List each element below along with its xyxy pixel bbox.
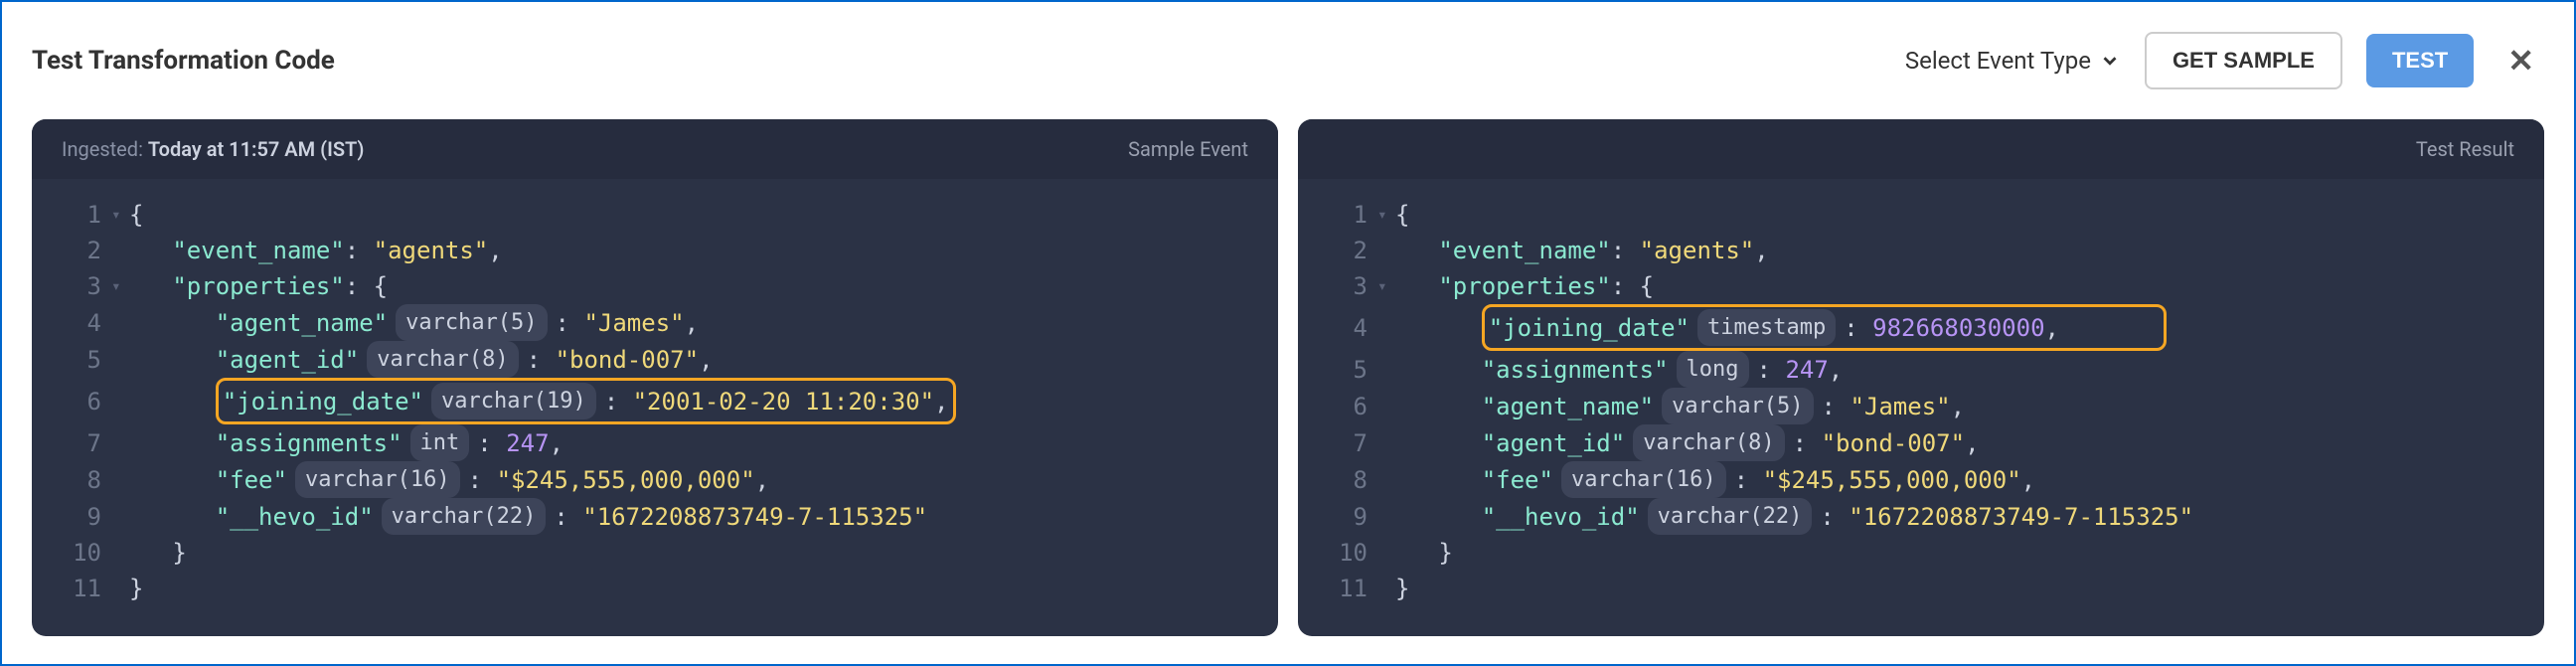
header-bar: Test Transformation Code Select Event Ty… <box>32 32 2544 89</box>
line-number: 3 <box>62 268 111 304</box>
line-number: 10 <box>62 535 111 571</box>
json-string: "agents" <box>374 233 489 268</box>
fold-icon[interactable]: ▾ <box>111 274 129 298</box>
json-number: 982668030000 <box>1872 310 2044 346</box>
json-string: "James" <box>583 305 684 341</box>
json-key: "__hevo_id" <box>216 499 374 535</box>
json-key: "fee" <box>1482 462 1553 498</box>
json-string: "$245,555,000,000" <box>497 462 755 498</box>
test-button[interactable]: TEST <box>2366 34 2474 87</box>
line-number: 5 <box>62 342 111 378</box>
fold-icon[interactable]: ▾ <box>1377 203 1395 227</box>
json-key: "agent_name" <box>1482 389 1654 424</box>
test-result-header: Test Result <box>1298 119 2544 179</box>
line-number: 7 <box>62 425 111 461</box>
highlighted-line: "joining_date"timestamp: 982668030000, <box>1482 304 2167 351</box>
line-number: 11 <box>62 571 111 606</box>
type-badge: varchar(5) <box>1662 388 1813 424</box>
json-key: "agent_name" <box>216 305 388 341</box>
line-number: 1 <box>62 197 111 233</box>
json-string: "James" <box>1850 389 1950 424</box>
test-result-panel: Test Result 1▾{ 2 "event_name": "agents"… <box>1298 119 2544 636</box>
sample-event-code: 1▾{ 2 "event_name": "agents", 3▾ "proper… <box>32 179 1278 636</box>
line-number: 6 <box>62 384 111 419</box>
ingested-info: Ingested: Today at 11:57 AM (IST) <box>62 137 364 161</box>
ingested-value: Today at 11:57 AM (IST) <box>148 137 364 161</box>
type-badge: varchar(16) <box>1561 461 1726 498</box>
type-badge: varchar(8) <box>367 341 518 378</box>
type-badge: varchar(16) <box>295 461 460 498</box>
brace: { <box>1395 197 1409 233</box>
json-key: "event_name" <box>1438 233 1610 268</box>
line-number: 6 <box>1328 389 1377 424</box>
json-number: 247 <box>506 425 549 461</box>
line-number: 3 <box>1328 268 1377 304</box>
line-number: 2 <box>1328 233 1377 268</box>
json-key: "properties" <box>172 268 344 304</box>
line-number: 4 <box>1328 310 1377 346</box>
json-string: "2001-02-20 11:20:30" <box>633 384 934 419</box>
type-badge: varchar(8) <box>1633 424 1784 461</box>
json-string: "bond-007" <box>556 342 700 378</box>
line-number: 1 <box>1328 197 1377 233</box>
get-sample-button[interactable]: GET SAMPLE <box>2145 32 2342 89</box>
json-string: "$245,555,000,000" <box>1763 462 2021 498</box>
highlighted-line: "joining_date"varchar(19): "2001-02-20 1… <box>216 378 956 424</box>
event-type-select[interactable]: Select Event Type <box>1905 47 2121 75</box>
json-key: "__hevo_id" <box>1482 499 1640 535</box>
sample-event-label: Sample Event <box>1128 137 1248 161</box>
close-icon[interactable]: ✕ <box>2497 42 2544 80</box>
type-badge: int <box>410 424 470 461</box>
json-key: "agent_id" <box>216 342 360 378</box>
sample-event-panel: Ingested: Today at 11:57 AM (IST) Sample… <box>32 119 1278 636</box>
json-key: "agent_id" <box>1482 425 1626 461</box>
line-number: 9 <box>62 499 111 535</box>
json-key: "event_name" <box>172 233 344 268</box>
json-key: "fee" <box>216 462 287 498</box>
json-number: 247 <box>1785 352 1828 388</box>
brace: { <box>129 197 143 233</box>
page-title: Test Transformation Code <box>32 46 335 76</box>
json-string: "1672208873749-7-115325" <box>1849 499 2193 535</box>
json-string: "bond-007" <box>1822 425 1966 461</box>
json-key: "joining_date" <box>1489 310 1690 346</box>
fold-icon[interactable]: ▾ <box>111 203 129 227</box>
panels-container: Ingested: Today at 11:57 AM (IST) Sample… <box>32 119 2544 636</box>
type-badge: timestamp <box>1697 309 1836 346</box>
json-key: "assignments" <box>1482 352 1669 388</box>
json-string: "agents" <box>1640 233 1755 268</box>
select-label: Select Event Type <box>1905 47 2091 75</box>
json-key: "joining_date" <box>223 384 423 419</box>
json-key: "assignments" <box>216 425 402 461</box>
line-number: 9 <box>1328 499 1377 535</box>
test-result-label: Test Result <box>2416 137 2514 161</box>
line-number: 8 <box>1328 462 1377 498</box>
line-number: 2 <box>62 233 111 268</box>
header-actions: Select Event Type GET SAMPLE TEST ✕ <box>1905 32 2544 89</box>
type-badge: varchar(5) <box>396 304 547 341</box>
line-number: 5 <box>1328 352 1377 388</box>
fold-icon[interactable]: ▾ <box>1377 274 1395 298</box>
line-number: 11 <box>1328 571 1377 606</box>
json-string: "1672208873749-7-115325" <box>582 499 927 535</box>
type-badge: varchar(22) <box>1648 498 1813 535</box>
test-result-code: 1▾{ 2 "event_name": "agents", 3▾ "proper… <box>1298 179 2544 636</box>
line-number: 7 <box>1328 425 1377 461</box>
type-badge: long <box>1677 351 1749 388</box>
sample-event-header: Ingested: Today at 11:57 AM (IST) Sample… <box>32 119 1278 179</box>
line-number: 10 <box>1328 535 1377 571</box>
json-key: "properties" <box>1438 268 1610 304</box>
chevron-down-icon <box>2099 50 2121 72</box>
ingested-label: Ingested: <box>62 137 143 161</box>
line-number: 4 <box>62 305 111 341</box>
type-badge: varchar(22) <box>382 498 547 535</box>
line-number: 8 <box>62 462 111 498</box>
type-badge: varchar(19) <box>431 383 596 419</box>
